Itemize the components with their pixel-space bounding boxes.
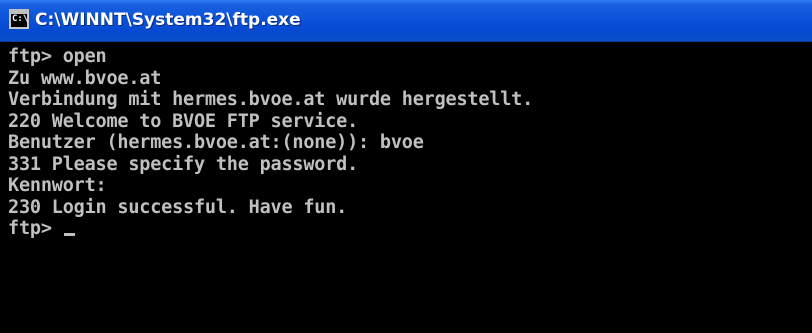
console-line: ftp> open: [8, 46, 107, 67]
console-line: Benutzer (hermes.bvoe.at:(none)): bvoe: [8, 132, 424, 153]
console-output[interactable]: ftp> open Zu www.bvoe.at Verbindung mit …: [8, 44, 812, 333]
console-prompt: ftp>: [8, 218, 63, 239]
console-line: 331 Please specify the password.: [8, 153, 359, 175]
console-line: 220 Welcome to BVOE FTP service.: [8, 110, 359, 132]
window-title: C:\WINNT\System32\ftp.exe: [35, 10, 301, 30]
text-cursor: [63, 233, 75, 236]
console-line: Verbindung mit hermes.bvoe.at wurde herg…: [8, 89, 534, 110]
console-line: Kennwort:: [8, 175, 107, 196]
console-icon-glyph: C:\: [12, 14, 29, 24]
title-bar[interactable]: C:\ C:\WINNT\System32\ftp.exe: [0, 0, 812, 42]
console-prompt-line[interactable]: ftp>: [8, 218, 812, 240]
console-icon[interactable]: C:\: [9, 9, 29, 29]
console-window: C:\ C:\WINNT\System32\ftp.exe ftp> open …: [0, 0, 812, 333]
console-line: 230 Login successful. Have fun.: [8, 196, 348, 218]
console-line: Zu www.bvoe.at: [8, 67, 162, 89]
